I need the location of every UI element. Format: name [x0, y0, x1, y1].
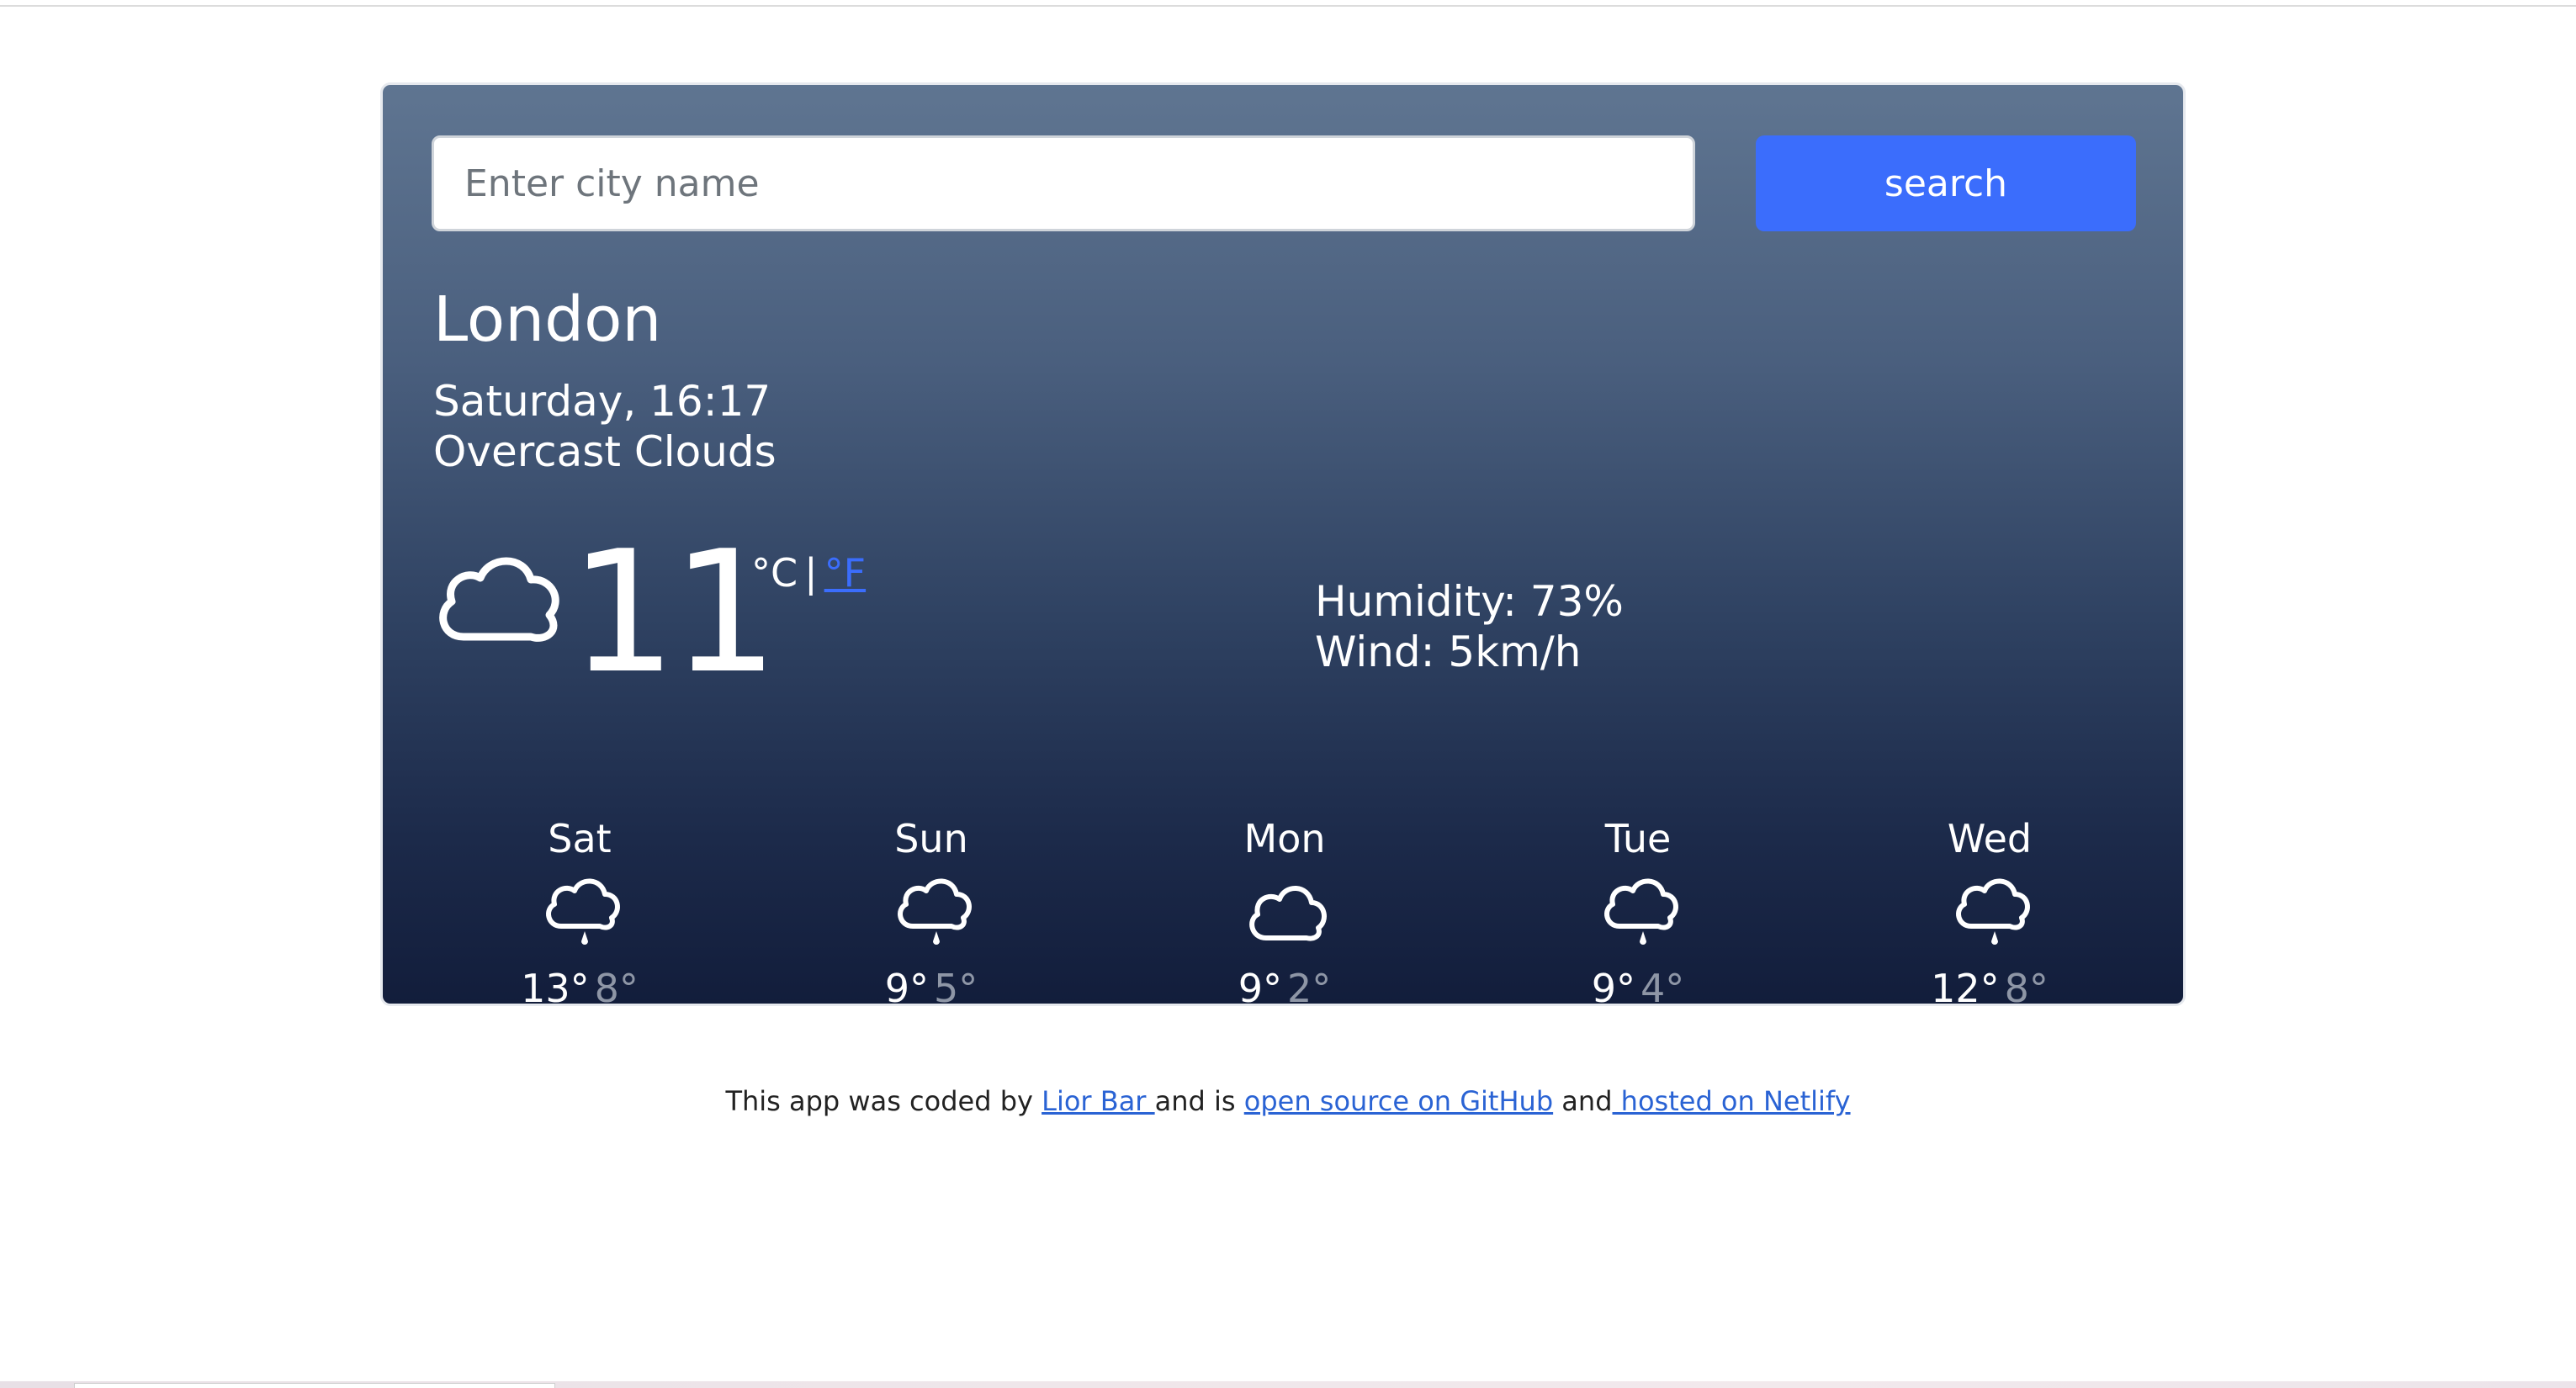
forecast-temps: 9° 4° — [1512, 963, 1764, 1006]
rain-cloud-icon — [1604, 878, 1678, 945]
fahrenheit-link[interactable]: °F — [824, 550, 866, 596]
forecast-min: 2° — [1287, 966, 1332, 1006]
github-link[interactable]: open source on GitHub — [1244, 1085, 1553, 1117]
unit-separator: | — [804, 550, 818, 596]
rain-cloud-icon — [1956, 878, 2030, 945]
forecast-day-name: Sun — [894, 816, 968, 861]
weather-description: Overcast Clouds — [433, 427, 777, 476]
forecast-day-name: Wed — [1947, 816, 2033, 861]
forecast-min: 4° — [1640, 966, 1685, 1006]
forecast-temps: 12° 8° — [1863, 963, 2116, 1006]
forecast-max: 9° — [884, 966, 929, 1006]
cloud-icon — [439, 557, 559, 642]
author-link[interactable]: Lior Bar — [1042, 1085, 1155, 1117]
celsius-unit: °C — [751, 550, 798, 596]
forecast-max: 13° — [521, 966, 590, 1006]
forecast-max: 12° — [1931, 966, 2000, 1006]
city-search-input[interactable] — [432, 135, 1695, 231]
forecast-day-name: Tue — [1604, 816, 1672, 861]
forecast-day-tue: Tue 9° 4° — [1512, 813, 1764, 1006]
forecast-temps: 13° 8° — [453, 963, 706, 1006]
wind-value: Wind: 5km/h — [1315, 628, 1582, 676]
forecast-day-name: Mon — [1243, 816, 1326, 861]
netlify-link[interactable]: hosted on Netlify — [1613, 1085, 1851, 1117]
humidity-value: Humidity: 73% — [1315, 577, 1624, 626]
forecast-day-mon: Mon 9° 2° — [1158, 813, 1411, 1006]
unit-toggle: °C | °F — [751, 548, 866, 598]
forecast-min: 8° — [594, 966, 639, 1006]
search-button[interactable]: search — [1756, 135, 2136, 231]
rain-cloud-icon — [546, 878, 620, 945]
footer-and: and — [1553, 1085, 1613, 1117]
forecast-day-name: Sat — [548, 816, 612, 861]
current-datetime: Saturday, 16:17 — [433, 377, 771, 426]
forecast-max: 9° — [1238, 966, 1282, 1006]
taskbar-tab[interactable] — [74, 1383, 555, 1388]
weather-card: search London Saturday, 16:17 Overcast C… — [380, 82, 2186, 1006]
rain-cloud-icon — [898, 878, 972, 945]
forecast-max: 9° — [1591, 966, 1635, 1006]
city-name: London — [433, 283, 662, 356]
forecast-day-wed: Wed 12° 8° — [1863, 813, 2116, 1006]
forecast-day-sat: Sat 13° 8° — [453, 813, 706, 1006]
current-temperature: 11 — [570, 515, 778, 711]
forecast-temps: 9° 2° — [1158, 963, 1411, 1006]
forecast-temps: 9° 5° — [805, 963, 1057, 1006]
footer-credits: This app was coded by Lior Bar and is op… — [0, 1085, 2576, 1117]
cloud-icon — [1249, 886, 1327, 941]
forecast-day-sun: Sun 9° 5° — [805, 813, 1057, 1006]
footer-middle: and is — [1154, 1085, 1244, 1117]
forecast-min: 5° — [934, 966, 978, 1006]
forecast-row: Sat 13° 8° Sun 9° 5° Mon 9° 2° Tue 9° 4°… — [383, 813, 2183, 1006]
footer-prefix: This app was coded by — [725, 1085, 1042, 1117]
forecast-min: 8° — [2004, 966, 2049, 1006]
top-divider — [0, 5, 2576, 7]
